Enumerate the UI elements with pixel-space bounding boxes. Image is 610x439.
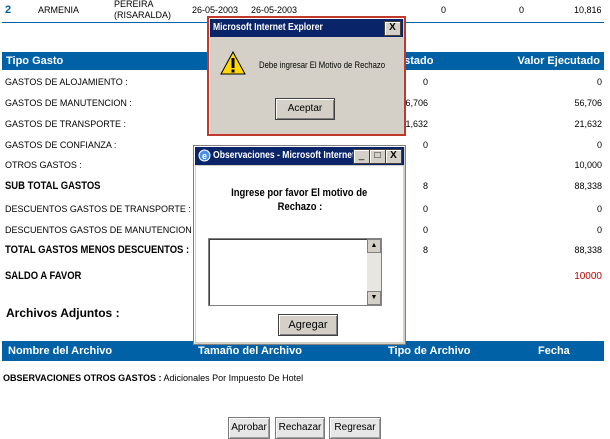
regresar-button[interactable]: Regresar bbox=[329, 417, 381, 439]
header-tipo-archivo: Tipo de Archivo bbox=[388, 345, 471, 357]
obs-content: Ingrese por favor El motivo de Rechazo :… bbox=[196, 166, 403, 342]
row-label-desc-transporte: DESCUENTOS GASTOS DE TRANSPORTE : bbox=[5, 204, 191, 214]
obs-prompt: Ingrese por favor El motivo de Rechazo : bbox=[196, 186, 403, 214]
scroll-down-arrow-icon[interactable]: ▼ bbox=[367, 291, 381, 305]
row-city-line2: (RISARALDA) bbox=[114, 10, 172, 20]
row-ejec-otros: 10,000 bbox=[574, 160, 602, 170]
obs-titlebar: e Observaciones - Microsoft Internet _ □… bbox=[195, 147, 404, 165]
observaciones-window: e Observaciones - Microsoft Internet _ □… bbox=[193, 145, 406, 345]
row-pres-total: 8 bbox=[422, 245, 428, 255]
row-label-otros: OTROS GASTOS : bbox=[5, 160, 82, 170]
row-date2: 26-05-2003 bbox=[251, 5, 298, 15]
header-tamano-archivo: Tamaño del Archivo bbox=[198, 345, 302, 357]
alert-dialog: Microsoft Internet Explorer X Debe ingre… bbox=[207, 16, 406, 136]
textarea-scrollbar[interactable]: ▲ ▼ bbox=[367, 239, 381, 305]
row-ejec-total: 88,338 bbox=[574, 245, 602, 255]
obs-prompt-line1: Ingrese por favor El motivo de bbox=[231, 187, 368, 199]
alert-title: Microsoft Internet Explorer bbox=[213, 22, 323, 33]
aprobar-button[interactable]: Aprobar bbox=[228, 417, 270, 439]
row-date1: 26-05-2003 bbox=[192, 5, 239, 15]
motivo-textarea[interactable]: ▲ ▼ bbox=[208, 238, 382, 306]
alert-close-button[interactable]: X bbox=[384, 21, 401, 36]
svg-text:e: e bbox=[202, 151, 207, 161]
archivos-adjuntos-label: Archivos Adjuntos : bbox=[6, 306, 120, 320]
header-tipo-gasto: Tipo Gasto bbox=[6, 55, 64, 67]
header-fecha: Fecha bbox=[538, 345, 570, 357]
obs-close-button[interactable]: X bbox=[385, 149, 402, 164]
row-label-subtotal: SUB TOTAL GASTOS bbox=[5, 180, 101, 192]
row-ejec-manutencion: 56,706 bbox=[574, 98, 602, 108]
observaciones-value: Adicionales Por Impuesto De Hotel bbox=[163, 373, 304, 383]
row-label-transporte: GASTOS DE TRANSPORTE : bbox=[5, 119, 127, 129]
row-label-saldo: SALDO A FAVOR bbox=[5, 270, 82, 282]
observaciones-line: OBSERVACIONES OTROS GASTOS : Adicionales… bbox=[3, 373, 303, 383]
row-label-confianza: GASTOS DE CONFIANZA : bbox=[5, 140, 117, 150]
row-pres-desc-transporte: 0 bbox=[422, 204, 428, 214]
maximize-button[interactable]: □ bbox=[369, 149, 386, 164]
obs-prompt-line2: Rechazo : bbox=[277, 201, 322, 213]
rechazar-button[interactable]: Rechazar bbox=[275, 417, 325, 439]
row-label-manutencion: GASTOS DE MANUTENCION : bbox=[5, 98, 132, 108]
alert-titlebar: Microsoft Internet Explorer X bbox=[210, 19, 403, 37]
row-city-line1: PEREIRA bbox=[114, 0, 154, 9]
row-ejec-desc-manutencion: 0 bbox=[596, 225, 602, 235]
row-pres-confianza: 0 bbox=[422, 140, 428, 150]
header-nombre-archivo: Nombre del Archivo bbox=[8, 345, 113, 357]
row-value1: 0 bbox=[441, 5, 447, 15]
row-state: ARMENIA bbox=[38, 5, 80, 15]
row-value2: 0 bbox=[519, 5, 525, 15]
row-ejec-desc-transporte: 0 bbox=[596, 204, 602, 214]
agregar-button[interactable]: Agregar bbox=[278, 314, 338, 336]
row-ejec-confianza: 0 bbox=[596, 140, 602, 150]
row-ejec-alojamiento: 0 bbox=[596, 77, 602, 87]
row-label-alojamiento: GASTOS DE ALOJAMIENTO : bbox=[5, 77, 128, 87]
obs-title: Observaciones - Microsoft Internet bbox=[213, 150, 355, 161]
header-valor-ejecutado: Valor Ejecutado bbox=[517, 55, 600, 67]
ie-icon: e bbox=[198, 149, 211, 162]
aceptar-button[interactable]: Aceptar bbox=[275, 98, 335, 120]
row-pres-subtotal: 8 bbox=[422, 181, 428, 191]
row-pres-desc-manutencion: 0 bbox=[422, 225, 428, 235]
row-ejec-transporte: 21,632 bbox=[574, 119, 602, 129]
observaciones-label: OBSERVACIONES OTROS GASTOS : bbox=[3, 373, 162, 383]
row-label-desc-manutencion: DESCUENTOS GASTOS DE MANUTENCION : bbox=[5, 225, 197, 235]
row-value3: 10,816 bbox=[574, 5, 602, 15]
scroll-up-arrow-icon[interactable]: ▲ bbox=[367, 239, 381, 253]
warning-icon bbox=[220, 51, 246, 75]
row-label-total: TOTAL GASTOS MENOS DESCUENTOS : bbox=[5, 244, 190, 256]
row-ejec-saldo: 10000 bbox=[574, 271, 602, 282]
row-index: 2 bbox=[5, 4, 12, 16]
row-pres-alojamiento: 0 bbox=[422, 77, 428, 87]
minimize-button[interactable]: _ bbox=[353, 149, 370, 164]
row-ejec-subtotal: 88,338 bbox=[574, 181, 602, 191]
alert-message: Debe ingresar El Motivo de Rechazo bbox=[259, 60, 386, 70]
